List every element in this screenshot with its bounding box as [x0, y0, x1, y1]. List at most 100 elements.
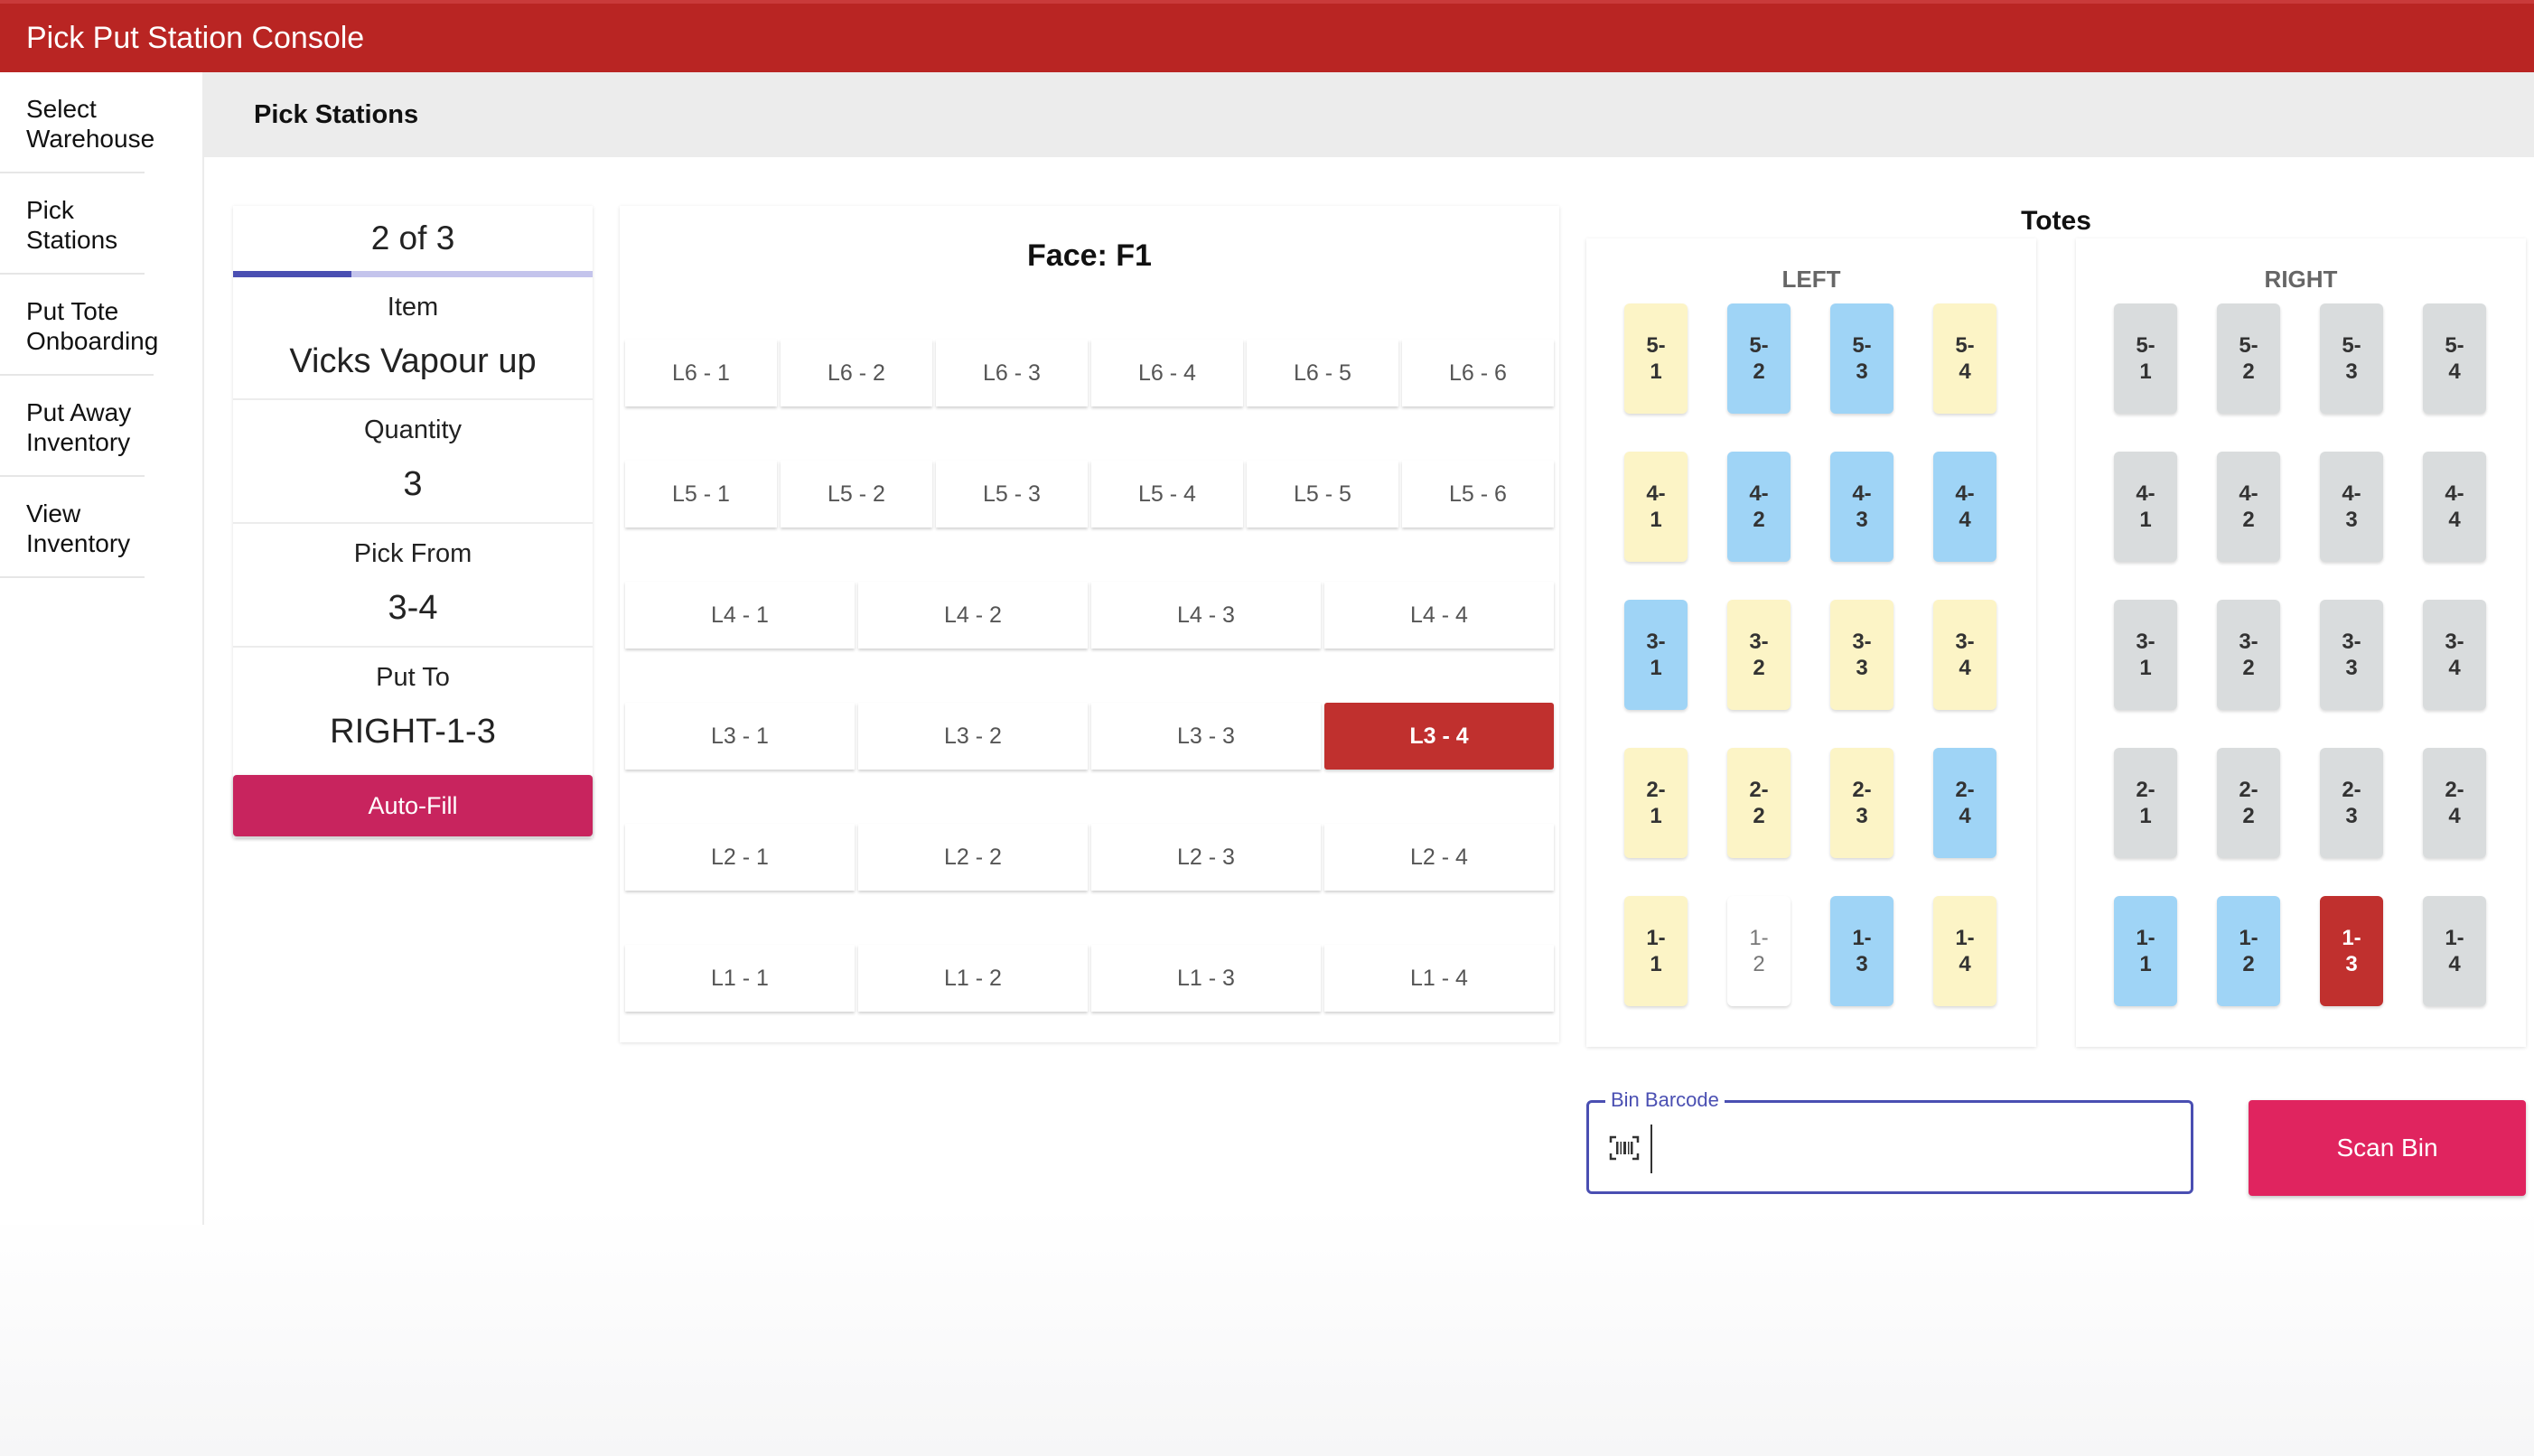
right-tote-3-4[interactable]: 3- 4 [2423, 600, 2486, 710]
left-tote-1-3[interactable]: 1- 3 [1830, 896, 1893, 1006]
right-tote-row: 3- 1 3- 2 3- 3 3- 4 [2114, 600, 2486, 710]
location-button-l1-3[interactable]: L1 - 3 [1091, 945, 1321, 1012]
right-tote-3-3[interactable]: 3- 3 [2320, 600, 2383, 710]
location-button-l6-2[interactable]: L6 - 2 [781, 340, 932, 406]
right-tote-5-1[interactable]: 5- 1 [2114, 303, 2177, 414]
put-to-value: RIGHT-1-3 [330, 713, 496, 751]
location-button-l1-1[interactable]: L1 - 1 [625, 945, 855, 1012]
quantity-label: Quantity [364, 415, 462, 444]
sidebar-item-pick-stations[interactable]: Pick Stations [0, 173, 145, 275]
location-button-l6-1[interactable]: L6 - 1 [625, 340, 777, 406]
location-button-l2-3[interactable]: L2 - 3 [1091, 824, 1321, 891]
left-tote-5-1[interactable]: 5- 1 [1624, 303, 1688, 414]
location-button-l6-4[interactable]: L6 - 4 [1091, 340, 1243, 406]
right-tote-1-4[interactable]: 1- 4 [2423, 896, 2486, 1006]
left-tote-2-2[interactable]: 2- 2 [1727, 748, 1791, 858]
left-tote-4-1[interactable]: 4- 1 [1624, 452, 1688, 562]
location-button-l2-2[interactable]: L2 - 2 [858, 824, 1088, 891]
sidebar-item-put-away-inventory[interactable]: Put Away Inventory [0, 376, 145, 477]
right-tote-5-2[interactable]: 5- 2 [2217, 303, 2280, 414]
left-tote-2-3[interactable]: 2- 3 [1830, 748, 1893, 858]
location-button-l1-4[interactable]: L1 - 4 [1324, 945, 1554, 1012]
quantity-section: Quantity 3 [233, 400, 593, 524]
bin-barcode-field[interactable]: Bin Barcode [1586, 1088, 2193, 1194]
put-to-section: Put To RIGHT-1-3 [233, 648, 593, 771]
right-tote-1-1[interactable]: 1- 1 [2114, 896, 2177, 1006]
left-tote-3-1[interactable]: 3- 1 [1624, 600, 1688, 710]
pick-counter: 2 of 3 [370, 219, 455, 257]
location-button-l2-1[interactable]: L2 - 1 [625, 824, 855, 891]
location-button-l6-6[interactable]: L6 - 6 [1402, 340, 1554, 406]
right-totes-label: RIGHT [2264, 266, 2338, 293]
quantity-value: 3 [403, 465, 423, 503]
location-button-l2-4[interactable]: L2 - 4 [1324, 824, 1554, 891]
location-button-l5-5[interactable]: L5 - 5 [1247, 461, 1398, 527]
totes-title: Totes [2021, 206, 2091, 236]
left-tote-row: 3- 1 3- 2 3- 3 3- 4 [1624, 600, 1996, 710]
left-tote-3-2[interactable]: 3- 2 [1727, 600, 1791, 710]
left-tote-1-2[interactable]: 1- 2 [1727, 896, 1791, 1006]
right-tote-5-3[interactable]: 5- 3 [2320, 303, 2383, 414]
location-button-l6-5[interactable]: L6 - 5 [1247, 340, 1398, 406]
location-button-l1-2[interactable]: L1 - 2 [858, 945, 1088, 1012]
left-tote-4-3[interactable]: 4- 3 [1830, 452, 1893, 562]
left-tote-4-4[interactable]: 4- 4 [1933, 452, 1996, 562]
right-tote-3-2[interactable]: 3- 2 [2217, 600, 2280, 710]
right-tote-4-1[interactable]: 4- 1 [2114, 452, 2177, 562]
location-button-l3-4[interactable]: L3 - 4 [1324, 703, 1554, 770]
bin-barcode-input[interactable] [1650, 1125, 2174, 1173]
face-level-row: L4 - 1 L4 - 2 L4 - 3 L4 - 4 [625, 582, 1554, 649]
location-button-l3-3[interactable]: L3 - 3 [1091, 703, 1321, 770]
right-tote-2-3[interactable]: 2- 3 [2320, 748, 2383, 858]
right-tote-5-4[interactable]: 5- 4 [2423, 303, 2486, 414]
right-tote-2-4[interactable]: 2- 4 [2423, 748, 2486, 858]
location-button-l6-3[interactable]: L6 - 3 [936, 340, 1088, 406]
location-button-l5-1[interactable]: L5 - 1 [625, 461, 777, 527]
sidebar-nav: Select Warehouse Pick Stations Put Tote … [0, 72, 204, 1225]
left-tote-row: 2- 1 2- 2 2- 3 2- 4 [1624, 748, 1996, 858]
face-level-row: L5 - 1 L5 - 2 L5 - 3 L5 - 4 L5 - 5 L5 - 6 [625, 461, 1554, 527]
location-button-l3-2[interactable]: L3 - 2 [858, 703, 1088, 770]
left-tote-1-1[interactable]: 1- 1 [1624, 896, 1688, 1006]
left-tote-3-4[interactable]: 3- 4 [1933, 600, 1996, 710]
totes-panel: Totes LEFT 5- 1 5- 2 5- 3 5- 4 4- 1 4- 2 4- 34… [1586, 206, 2526, 1069]
location-button-l5-4[interactable]: L5 - 4 [1091, 461, 1243, 527]
left-totes-panel: LEFT 5- 1 5- 2 5- 3 5- 4 4- 1 4- 2 4- 3 4- 4 3- … [1586, 238, 2036, 1047]
face-level-row: L1 - 1 L1 - 2 L1 - 3 L1 - 4 [625, 945, 1554, 1012]
right-tote-2-1[interactable]: 2- 1 [2114, 748, 2177, 858]
left-tote-2-1[interactable]: 2- 1 [1624, 748, 1688, 858]
auto-fill-button[interactable]: Auto-Fill [233, 775, 593, 836]
right-tote-4-4[interactable]: 4- 4 [2423, 452, 2486, 562]
left-tote-grid: 5- 1 5- 2 5- 3 5- 4 4- 1 4- 2 4- 3 4- 4 3- 1 3- 2… [1624, 303, 1996, 1044]
left-tote-1-4[interactable]: 1- 4 [1933, 896, 1996, 1006]
left-tote-3-3[interactable]: 3- 3 [1830, 600, 1893, 710]
right-tote-3-1[interactable]: 3- 1 [2114, 600, 2177, 710]
left-tote-4-2[interactable]: 4- 2 [1727, 452, 1791, 562]
location-button-l5-2[interactable]: L5 - 2 [781, 461, 932, 527]
face-level-row: L6 - 1 L6 - 2 L6 - 3 L6 - 4 L6 - 5 L6 - 6 [625, 340, 1554, 406]
sidebar-item-select-warehouse[interactable]: Select Warehouse [0, 72, 154, 173]
right-tote-2-2[interactable]: 2- 2 [2217, 748, 2280, 858]
item-label: Item [387, 293, 439, 322]
location-button-l4-3[interactable]: L4 - 3 [1091, 582, 1321, 649]
left-tote-5-2[interactable]: 5- 2 [1727, 303, 1791, 414]
right-tote-4-2[interactable]: 4- 2 [2217, 452, 2280, 562]
sidebar-item-put-tote-onboarding[interactable]: Put Tote Onboarding [0, 275, 158, 376]
location-button-l5-6[interactable]: L5 - 6 [1402, 461, 1554, 527]
left-tote-row: 5- 1 5- 2 5- 3 5- 4 [1624, 303, 1996, 414]
location-button-l4-4[interactable]: L4 - 4 [1324, 582, 1554, 649]
right-tote-1-3[interactable]: 1- 3 [2320, 896, 2383, 1006]
location-button-l5-3[interactable]: L5 - 3 [936, 461, 1088, 527]
right-tote-4-3[interactable]: 4- 3 [2320, 452, 2383, 562]
location-button-l4-2[interactable]: L4 - 2 [858, 582, 1088, 649]
put-to-label: Put To [376, 663, 450, 692]
face-level-row: L2 - 1 L2 - 2 L2 - 3 L2 - 4 [625, 824, 1554, 891]
scan-bin-button[interactable]: Scan Bin [2249, 1100, 2526, 1196]
location-button-l4-1[interactable]: L4 - 1 [625, 582, 855, 649]
left-tote-5-4[interactable]: 5- 4 [1933, 303, 1996, 414]
right-tote-1-2[interactable]: 1- 2 [2217, 896, 2280, 1006]
sidebar-item-view-inventory[interactable]: View Inventory [0, 477, 145, 578]
left-tote-2-4[interactable]: 2- 4 [1933, 748, 1996, 858]
left-tote-5-3[interactable]: 5- 3 [1830, 303, 1893, 414]
location-button-l3-1[interactable]: L3 - 1 [625, 703, 855, 770]
